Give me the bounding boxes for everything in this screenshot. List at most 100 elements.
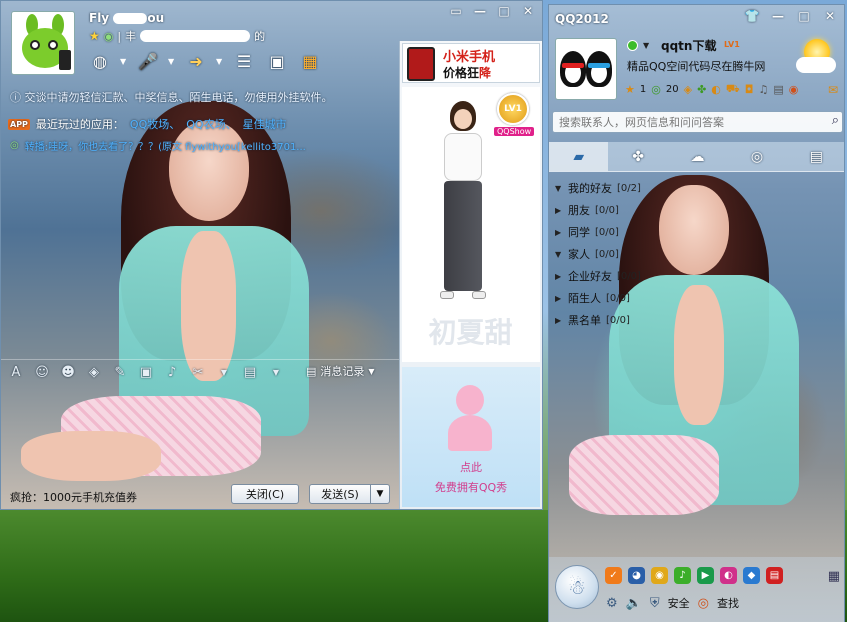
chevron-down-icon[interactable]: ▼ xyxy=(643,41,649,50)
find-button[interactable]: 查找 xyxy=(717,595,739,611)
screenshot-icon[interactable]: ✂ xyxy=(189,363,207,381)
recent-message-link[interactable]: 转播:哇呀，你也去看了？？？(原文 flywithyou[kellito3701… xyxy=(25,138,306,153)
maximize-button[interactable]: □ xyxy=(794,8,814,24)
tab-groups[interactable]: ✤ xyxy=(608,142,667,171)
minimize-button[interactable]: — xyxy=(768,8,788,24)
app-link-qq-farm[interactable]: QQ农场、 xyxy=(186,116,236,132)
magic-emoticon-icon[interactable]: ☻ xyxy=(59,363,77,381)
message-record-button[interactable]: ▤ 消息记录 ▼ xyxy=(306,363,375,379)
vip-icon[interactable]: ◈ xyxy=(684,83,692,96)
handwriting-icon[interactable]: ✎ xyxy=(111,363,129,381)
restore-button[interactable]: ▭ xyxy=(446,3,466,19)
silhouette-icon xyxy=(456,385,484,415)
group-blacklist[interactable]: ▶ 黑名单 [0/0] xyxy=(555,309,755,331)
main-menu-button[interactable]: ☃ xyxy=(555,565,599,609)
app-title: QQ2012 xyxy=(555,12,609,26)
group-family[interactable]: ▼ 家人 [0/0] xyxy=(555,243,755,265)
gift-icon[interactable]: ◘ xyxy=(745,83,754,96)
chevron-down-icon[interactable]: ▼ xyxy=(168,57,176,66)
chevron-down-icon[interactable]: ▼ xyxy=(267,363,285,381)
wallet-icon[interactable]: ▤ xyxy=(773,83,783,96)
bottom-actions-row: ⚙ 🔈 ⛨ 安全 ◎ 查找 xyxy=(606,595,739,611)
group-count: [0/0] xyxy=(595,226,619,238)
app-link-qq-ranch[interactable]: QQ牧场、 xyxy=(130,116,180,132)
contact-search-input[interactable]: 搜索联系人，网页信息和问问答案 ⌕ xyxy=(552,111,843,133)
app-grid-icon[interactable]: ▦ xyxy=(828,569,840,584)
message-area-divider xyxy=(1,359,399,360)
app-icon[interactable]: ☰ xyxy=(231,49,257,73)
video-icon[interactable]: ▶ xyxy=(697,567,714,584)
group-strangers[interactable]: ▶ 陌生人 [0/0] xyxy=(555,287,755,309)
promo-text[interactable]: 疯抢：1000元手机充值券 xyxy=(10,489,137,505)
image-icon[interactable]: ▣ xyxy=(137,363,155,381)
tab-contacts[interactable]: ▰ xyxy=(549,142,609,171)
more-apps-icon[interactable]: ▦ xyxy=(297,49,323,73)
pet-icon[interactable]: ◐ xyxy=(711,83,721,96)
weather-icon[interactable] xyxy=(796,37,836,77)
shake-icon[interactable]: ◈ xyxy=(85,363,103,381)
schedule-icon[interactable]: ▤ xyxy=(241,363,259,381)
music-icon[interactable]: ♪ xyxy=(163,363,181,381)
music-icon[interactable]: ♫ xyxy=(758,83,768,96)
music-icon[interactable]: ♪ xyxy=(674,567,691,584)
close-window-button[interactable]: ✕ xyxy=(820,8,840,24)
group-count: [0/0] xyxy=(595,248,619,260)
user-signature[interactable]: 精品QQ空间代码尽在腾牛网 xyxy=(627,58,765,74)
ad-banner[interactable]: 小米手机 价格狂降 xyxy=(402,43,540,83)
microphone-icon[interactable]: 🎤 xyxy=(135,49,161,73)
emoticon-icon[interactable]: ☺ xyxy=(33,363,51,381)
send-button[interactable]: 发送(S) xyxy=(309,484,371,504)
chat-titlebar[interactable]: ▭ — □ ✕ xyxy=(1,1,542,21)
group-friends[interactable]: ▶ 朋友 [0/0] xyxy=(555,199,755,221)
redacted-text xyxy=(113,13,148,24)
maximize-button[interactable]: □ xyxy=(494,3,514,19)
chevron-down-icon[interactable]: ▼ xyxy=(216,57,224,66)
contact-name-start: Fly xyxy=(89,11,110,25)
minimize-button[interactable]: — xyxy=(470,3,490,19)
pet-icon[interactable]: ◉ xyxy=(651,567,668,584)
mailbox-icon[interactable]: ✉ xyxy=(828,83,838,97)
qzone-icon[interactable]: ◎ xyxy=(651,83,661,96)
remote-desktop-icon[interactable]: ▣ xyxy=(264,49,290,73)
contact-avatar[interactable] xyxy=(11,11,75,75)
tab-discussion[interactable]: ☁ xyxy=(668,142,727,171)
volume-icon[interactable]: 🔈 xyxy=(626,596,642,611)
font-icon[interactable]: A xyxy=(7,363,25,381)
chevron-down-icon[interactable]: ▼ xyxy=(215,363,233,381)
penguin-icon[interactable]: ◕ xyxy=(628,567,645,584)
chevron-down-icon[interactable]: ▼ xyxy=(120,57,128,66)
browser-icon[interactable]: ◉ xyxy=(789,83,799,96)
mail-icon[interactable]: ▤ xyxy=(766,567,783,584)
user-avatar[interactable] xyxy=(555,38,617,100)
photo-icon[interactable]: ◐ xyxy=(720,567,737,584)
group-name: 陌生人 xyxy=(568,292,601,305)
group-my-friends[interactable]: ▼ 我的好友 [0/2] xyxy=(555,177,755,199)
app-link-city[interactable]: 星佳城市 xyxy=(243,116,287,132)
send-options-button[interactable]: ▼ xyxy=(370,484,390,504)
group-name: 朋友 xyxy=(568,204,590,217)
close-chat-button[interactable]: 关闭(C) xyxy=(231,484,299,504)
user-nickname[interactable]: qqtn下载 xyxy=(661,37,716,54)
file-transfer-icon[interactable]: ➜ xyxy=(183,49,209,73)
message-record-label: 消息记录 xyxy=(320,365,365,378)
online-status-icon[interactable] xyxy=(627,40,638,51)
security-shield-icon[interactable]: ◆ xyxy=(743,567,760,584)
qq-game-icon[interactable]: ✓ xyxy=(605,567,622,584)
contact-name[interactable]: Fly ou xyxy=(89,11,164,25)
security-button[interactable]: 安全 xyxy=(668,595,690,611)
webcam-icon[interactable]: ◍ xyxy=(87,49,113,73)
skin-icon[interactable]: 👕 xyxy=(742,8,762,24)
cart-icon[interactable]: ⛟ xyxy=(726,82,740,97)
phone-image xyxy=(407,47,435,81)
tab-recent[interactable]: ▤ xyxy=(787,142,844,171)
close-window-button[interactable]: ✕ xyxy=(518,3,538,19)
free-qqshow-area[interactable]: 点此 免费拥有QQ秀 xyxy=(402,367,540,507)
group-business[interactable]: ▶ 企业好友 [0/0] xyxy=(555,265,755,287)
ad-slogan: 价格狂降 xyxy=(443,64,491,81)
search-icon[interactable]: ⌕ xyxy=(832,113,839,128)
recent-apps-row: APP 最近玩过的应用： QQ牧场、 QQ农场、 星佳城市 xyxy=(8,116,287,132)
tab-qzone[interactable]: ◎ xyxy=(727,142,786,171)
clover-icon[interactable]: ✤ xyxy=(697,83,706,96)
settings-gear-icon[interactable]: ⚙ xyxy=(606,596,618,611)
group-classmates[interactable]: ▶ 同学 [0/0] xyxy=(555,221,755,243)
